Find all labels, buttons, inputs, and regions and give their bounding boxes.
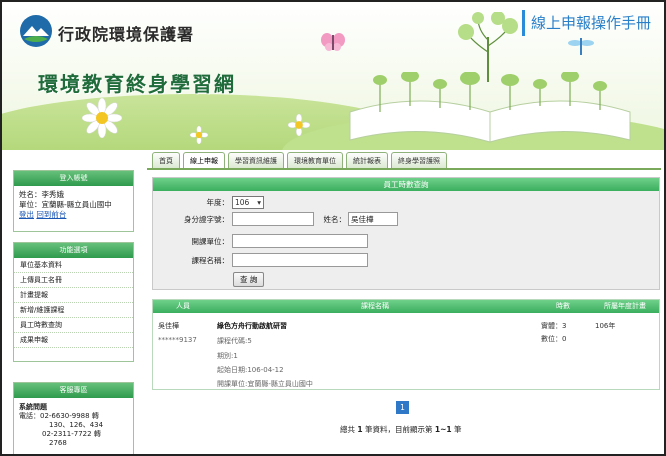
tab-underline bbox=[147, 168, 661, 170]
year-select[interactable]: 106 ▾ bbox=[232, 196, 264, 209]
tree-illustration bbox=[458, 12, 518, 82]
id-number-input[interactable] bbox=[232, 212, 314, 226]
header-person: 人員 bbox=[176, 302, 190, 310]
summary-text: 筆資料，目前顯示第 bbox=[365, 425, 433, 434]
summary-text: 總共 bbox=[340, 425, 355, 434]
function-menu: 功能選項 單位基本資料 上傳員工名冊 計畫提報 新增/維護課程 員工時數查詢 成… bbox=[13, 242, 134, 362]
menu-item-hours-query[interactable]: 員工時數查詢 bbox=[14, 318, 133, 333]
chevron-down-icon: ▾ bbox=[257, 198, 261, 207]
name-input[interactable] bbox=[348, 212, 398, 226]
service-line: 02-2311-7722 轉 bbox=[42, 430, 101, 438]
service-box: 客服專區 系統問題 電話：02-6630-9988 轉 130、126、434 … bbox=[13, 382, 134, 454]
page-1-button[interactable]: 1 bbox=[396, 401, 409, 414]
site-title: 環境教育終身學習網 bbox=[38, 72, 236, 96]
hours-query-panel: 員工時數查詢 年度： 106 ▾ 身分證字號： 姓名： 開課單位： 課程名稱： … bbox=[152, 177, 660, 290]
epa-logo-icon bbox=[20, 15, 52, 47]
menu-item-manage-courses[interactable]: 新增/維護課程 bbox=[14, 303, 133, 318]
summary-range: 1~1 bbox=[434, 425, 452, 434]
service-line: 2768 bbox=[49, 439, 67, 447]
results-table: 人員 課程名稱 時數 所屬年度計畫 吳佳樺 ******9137 綠色方舟行動啟… bbox=[152, 299, 660, 390]
menu-item-upload-roster[interactable]: 上傳員工名冊 bbox=[14, 273, 133, 288]
daisy-icon bbox=[190, 126, 208, 144]
site-banner: 行政院環境保護署 環境教育終身學習網 線上申報操作手冊 bbox=[2, 2, 664, 150]
app-frame: 行政院環境保護署 環境教育終身學習網 線上申報操作手冊 首頁 線上申報 學習資訊… bbox=[0, 0, 666, 456]
org-name[interactable]: 行政院環境保護署 bbox=[58, 21, 194, 45]
row-host-unit: 開課單位:宜蘭縣-縣立員山國中 bbox=[217, 380, 313, 388]
row-hours-physical: 實體：3 bbox=[541, 322, 567, 330]
logout-link[interactable]: 登出 bbox=[19, 210, 34, 219]
service-box-title: 客服專區 bbox=[14, 383, 133, 398]
results-table-header: 人員 課程名稱 時數 所屬年度計畫 bbox=[153, 300, 659, 313]
open-book-illustration bbox=[349, 72, 631, 143]
menu-item-results-report[interactable]: 成果申報 bbox=[14, 333, 133, 348]
service-heading: 系統問題 bbox=[19, 403, 47, 411]
header-hours: 時數 bbox=[556, 302, 570, 310]
main-tabs: 首頁 線上申報 學習資訊維護 環境教育單位 統計報表 終身學習護照 bbox=[152, 152, 447, 169]
id-number-label: 身分證字號： bbox=[184, 215, 229, 224]
menu-item-plan-submit[interactable]: 計畫提報 bbox=[14, 288, 133, 303]
function-menu-title: 功能選項 bbox=[14, 243, 133, 258]
back-to-frontend-link[interactable]: 回到前台 bbox=[36, 210, 66, 219]
name-label: 姓名： bbox=[323, 215, 347, 224]
year-select-value: 106 bbox=[235, 198, 250, 207]
login-box: 登入帳號 姓名：李秀娥 單位：宜蘭縣-縣立員山國中 登出 回到前台 bbox=[13, 170, 134, 232]
daisy-icon bbox=[288, 114, 310, 136]
query-panel-title: 員工時數查詢 bbox=[153, 178, 659, 191]
service-line: 130、126、434 bbox=[49, 421, 104, 429]
row-hours-digital: 數位：0 bbox=[541, 335, 567, 343]
daisy-icon bbox=[82, 98, 122, 138]
row-course-code: 課程代碼:5 bbox=[217, 337, 252, 345]
tab-learning-info[interactable]: 學習資訊維護 bbox=[228, 152, 284, 169]
search-button[interactable]: 查 詢 bbox=[233, 272, 265, 287]
header-course-name: 課程名稱 bbox=[361, 302, 389, 310]
login-box-title: 登入帳號 bbox=[14, 171, 133, 186]
tab-home[interactable]: 首頁 bbox=[152, 152, 180, 169]
course-name-label: 課程名稱： bbox=[191, 256, 230, 265]
service-line: 電話：02-6630-9988 轉 bbox=[19, 412, 99, 420]
host-unit-label: 開課單位： bbox=[191, 237, 230, 246]
login-user-unit: 單位：宜蘭縣-縣立員山國中 bbox=[19, 200, 112, 209]
course-name-input[interactable] bbox=[232, 253, 368, 267]
row-person-id: ******9137 bbox=[158, 336, 197, 344]
online-manual-link[interactable]: 線上申報操作手冊 bbox=[522, 10, 651, 36]
row-course-name: 綠色方舟行動啟航研習 bbox=[217, 322, 287, 330]
row-start-date: 起始日期:106-04-12 bbox=[217, 366, 284, 374]
header-annual-plan: 所屬年度計畫 bbox=[604, 302, 646, 310]
tab-statistics[interactable]: 統計報表 bbox=[346, 152, 388, 169]
dragonfly-icon bbox=[568, 38, 594, 55]
year-label: 年度： bbox=[206, 198, 230, 207]
tab-online-report[interactable]: 線上申報 bbox=[183, 152, 225, 169]
results-summary: 總共 1 筆資料，目前顯示第 1~1 筆 bbox=[340, 424, 462, 435]
tab-passport[interactable]: 終身學習護照 bbox=[391, 152, 447, 169]
butterfly-icon bbox=[321, 33, 345, 51]
row-plan-year: 106年 bbox=[595, 322, 616, 330]
login-user-name: 姓名：李秀娥 bbox=[19, 190, 64, 199]
summary-count: 1 bbox=[357, 425, 363, 434]
tab-env-edu-units[interactable]: 環境教育單位 bbox=[287, 152, 343, 169]
summary-text: 筆 bbox=[454, 425, 462, 434]
row-person-name: 吳佳樺 bbox=[158, 322, 179, 330]
host-unit-input[interactable] bbox=[232, 234, 368, 248]
row-period: 期別:1 bbox=[217, 352, 238, 360]
menu-item-unit-info[interactable]: 單位基本資料 bbox=[14, 258, 133, 273]
